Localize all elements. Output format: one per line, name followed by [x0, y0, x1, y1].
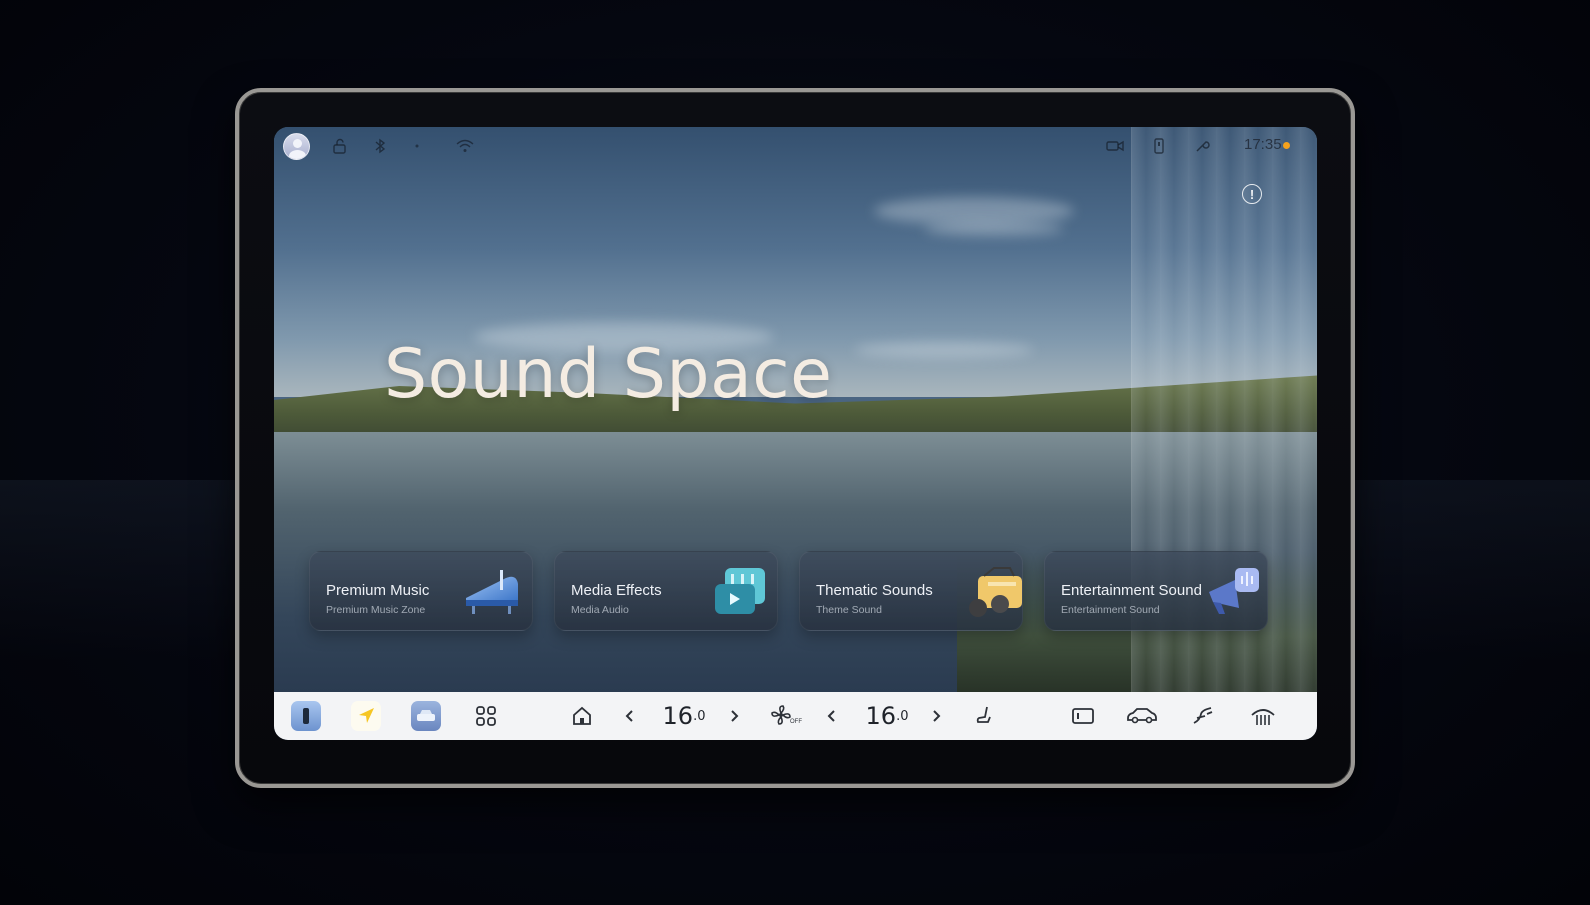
chevron-left-icon	[827, 710, 835, 722]
right-temp-decimal: .0	[896, 708, 909, 724]
card-premium-music[interactable]: Premium Music Premium Music Zone	[309, 551, 533, 631]
camera-icon[interactable]	[1104, 135, 1126, 157]
bottom-dock: 16.0 OFF 16.0	[274, 692, 1317, 740]
screen-icon	[1072, 708, 1094, 724]
megaphone-icon	[1205, 562, 1265, 625]
home-button[interactable]	[566, 692, 598, 740]
ambient-light-left	[0, 480, 240, 660]
app-navigation-button[interactable]	[350, 692, 382, 740]
piano-icon	[462, 566, 522, 623]
infotainment-screen: 17:35 ! Sound Space Premium Music Premiu…	[274, 127, 1317, 740]
user-avatar[interactable]	[283, 133, 310, 160]
fan-button[interactable]: OFF	[766, 692, 806, 740]
left-temp-down-button[interactable]	[620, 692, 640, 740]
radio-icon	[964, 566, 1024, 625]
card-title: Media Effects	[571, 582, 662, 599]
airflow-icon	[1193, 707, 1213, 724]
card-subtitle: Premium Music Zone	[326, 604, 426, 616]
card-subtitle: Media Audio	[571, 604, 629, 616]
notification-dot	[1283, 142, 1290, 149]
page-title: Sound Space	[384, 335, 833, 414]
music-app-icon	[291, 701, 321, 731]
app-music-button[interactable]	[290, 692, 322, 740]
home-icon	[573, 706, 591, 725]
media-player-icon	[713, 566, 769, 623]
card-title: Premium Music	[326, 582, 430, 599]
card-subtitle: Entertainment Sound	[1061, 604, 1160, 616]
clock: 17:35	[1244, 136, 1282, 153]
car-icon	[1127, 708, 1157, 724]
right-temp-value: 16	[865, 702, 897, 730]
unlock-icon[interactable]	[329, 135, 351, 157]
ambient-light-right	[1350, 480, 1590, 660]
defrost-button[interactable]	[1246, 692, 1280, 740]
airflow-button[interactable]	[1188, 692, 1218, 740]
grid-icon	[476, 706, 496, 726]
card-title: Thematic Sounds	[816, 582, 933, 599]
vehicle-app-icon	[411, 701, 441, 731]
chevron-right-icon	[933, 710, 941, 722]
left-temp-decimal: .0	[693, 708, 706, 724]
card-entertainment-sound[interactable]: Entertainment Sound Entertainment Sound	[1044, 551, 1268, 631]
navigation-icon	[351, 701, 381, 731]
left-temperature[interactable]: 16.0	[654, 692, 714, 740]
wrench-icon[interactable]	[1192, 135, 1212, 157]
right-temperature[interactable]: 16.0	[857, 692, 917, 740]
screen-button[interactable]	[1068, 692, 1098, 740]
left-temp-value: 16	[662, 702, 694, 730]
wifi-icon[interactable]	[454, 135, 476, 157]
right-temp-down-button[interactable]	[822, 692, 842, 740]
seat-icon	[976, 706, 991, 723]
app-vehicle-button[interactable]	[410, 692, 442, 740]
app-grid-button[interactable]	[470, 692, 502, 740]
card-title: Entertainment Sound	[1061, 582, 1202, 599]
card-subtitle: Theme Sound	[816, 604, 882, 616]
bluetooth-icon[interactable]	[370, 135, 390, 157]
defrost-icon	[1251, 709, 1275, 725]
chevron-right-icon	[731, 710, 739, 722]
right-temp-up-button[interactable]	[926, 692, 946, 740]
card-media-effects[interactable]: Media Effects Media Audio	[554, 551, 778, 631]
seat-button[interactable]	[970, 692, 1000, 740]
car-button[interactable]	[1124, 692, 1160, 740]
alert-icon[interactable]: !	[1242, 184, 1262, 204]
card-thematic-sounds[interactable]: Thematic Sounds Theme Sound	[799, 551, 1023, 631]
signal-dot-icon	[412, 135, 422, 157]
chevron-left-icon	[625, 710, 633, 722]
fan-status: OFF	[790, 719, 802, 725]
sound-cards: Premium Music Premium Music Zone Media E…	[309, 551, 1269, 631]
left-temp-up-button[interactable]	[724, 692, 744, 740]
status-bar: 17:35	[274, 127, 1317, 165]
phone-key-icon[interactable]	[1150, 135, 1168, 157]
